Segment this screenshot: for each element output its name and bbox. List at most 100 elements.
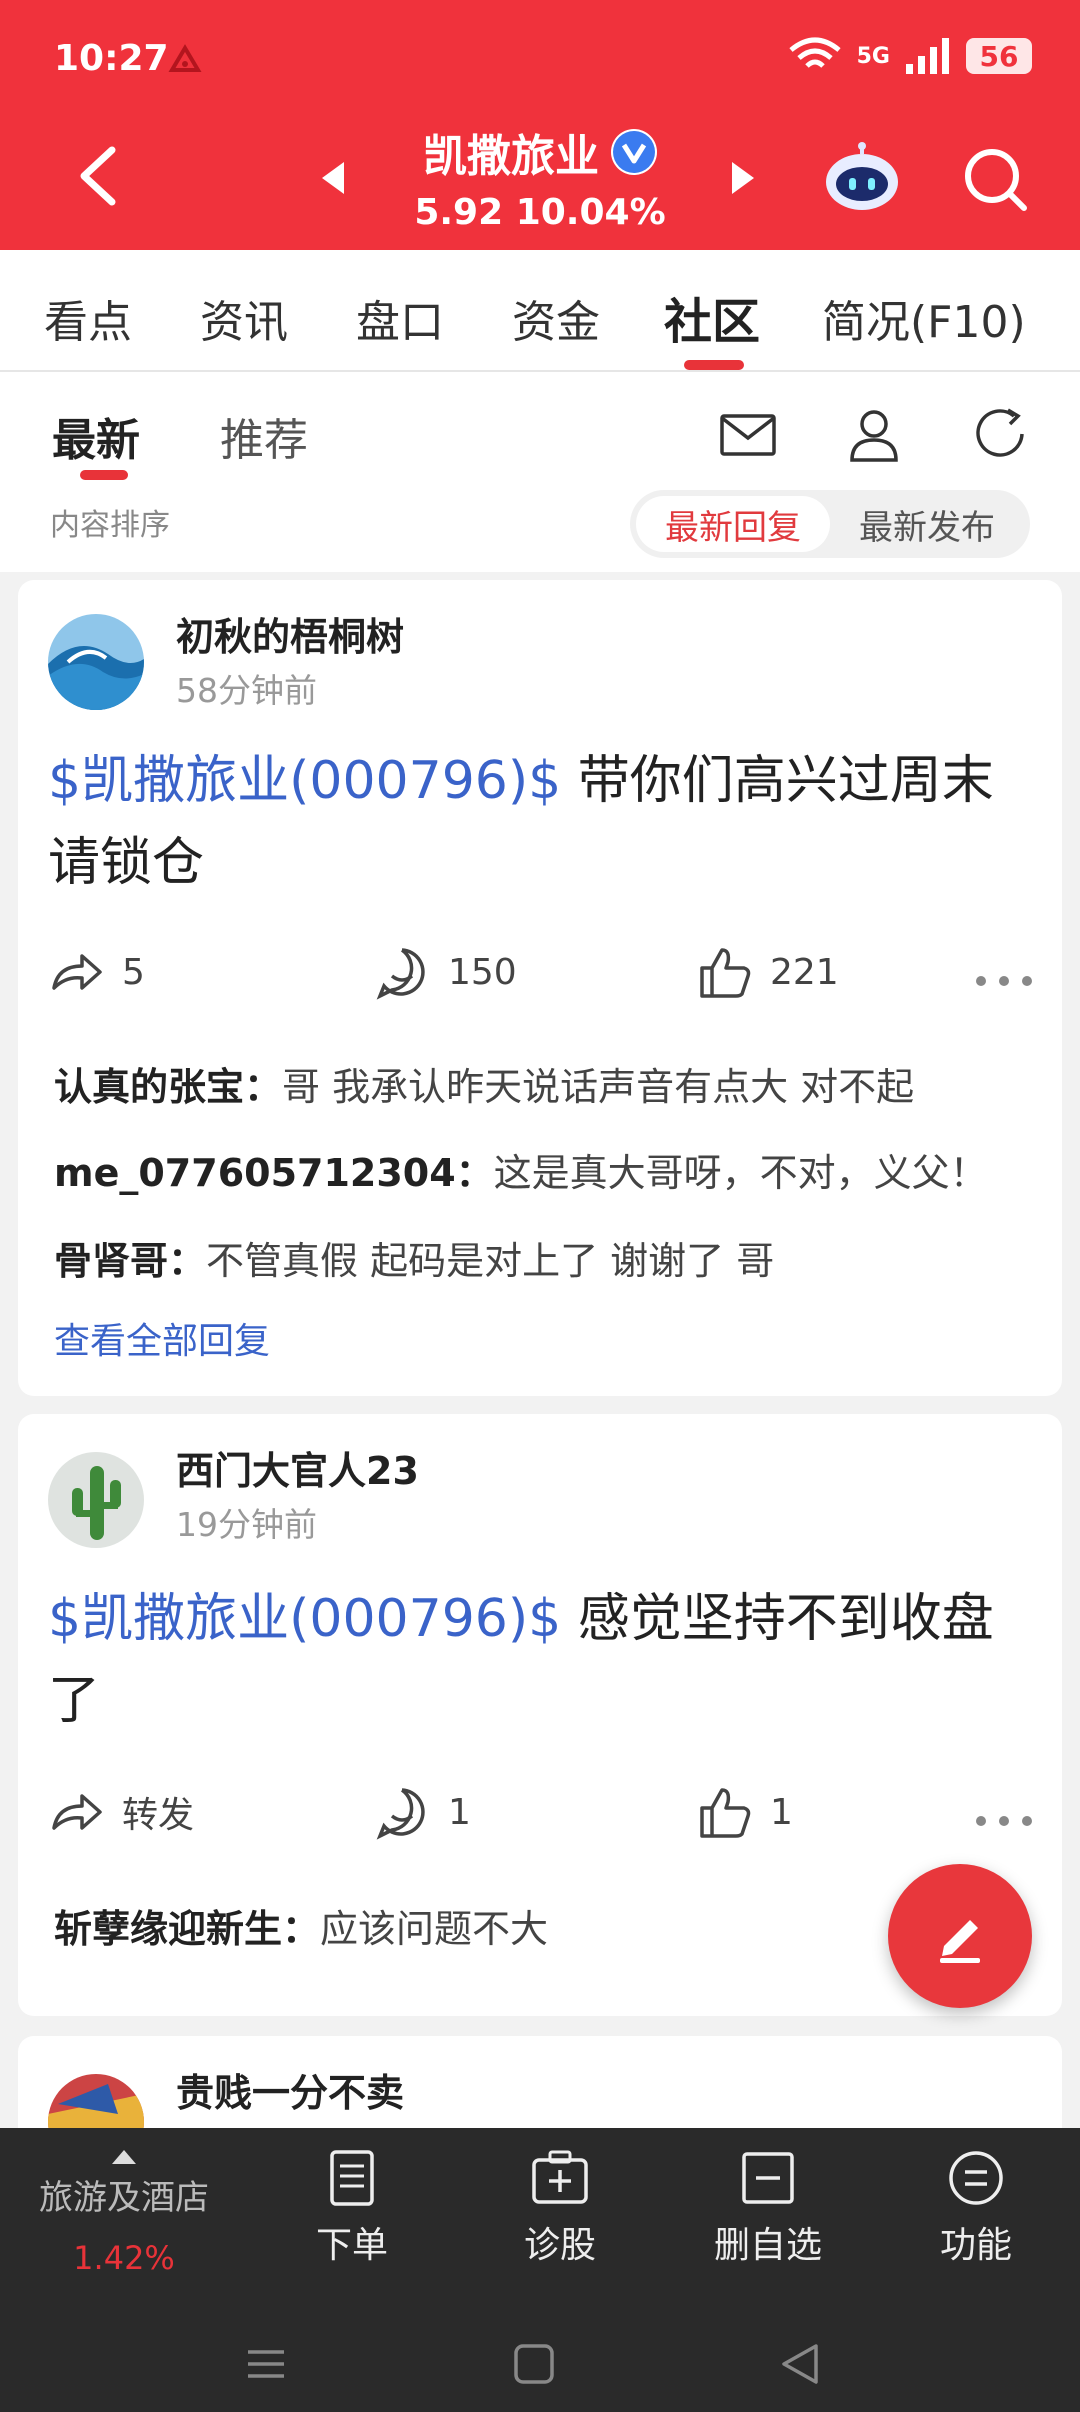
tab-orderbook[interactable]: 盘口 xyxy=(356,286,444,350)
forward-button[interactable]: 转发 xyxy=(48,1784,194,1840)
thumbs-up-icon xyxy=(700,948,751,998)
refresh-icon[interactable] xyxy=(970,404,1030,464)
post-card[interactable]: 初秋的梧桐树 58分钟前 $凯撒旅业(000796)$ 带你们高兴过周末请锁仓 … xyxy=(18,580,1062,1396)
robot-assistant-icon[interactable] xyxy=(822,142,902,212)
signal-icon xyxy=(906,38,949,74)
sector-widget[interactable]: 旅游及酒店 1.42% xyxy=(24,2140,224,2277)
wifi-icon xyxy=(789,37,841,68)
sector-name: 旅游及酒店 xyxy=(39,2178,209,2218)
comment-count: 150 xyxy=(448,951,517,993)
remove-watchlist-button[interactable]: 删自选 xyxy=(688,2148,848,2268)
reply-user[interactable]: 骨肾哥： xyxy=(54,1239,206,1283)
stock-quote: 5.92 10.04% xyxy=(380,192,700,233)
sort-latest-reply[interactable]: 最新回复 xyxy=(636,496,830,552)
status-time: 10:27 xyxy=(54,38,169,79)
sort-label: 内容排序 xyxy=(50,508,170,543)
battery-indicator: 56 xyxy=(966,38,1032,74)
thumbs-up-icon xyxy=(700,1788,751,1838)
recent-apps-icon[interactable] xyxy=(236,2334,296,2394)
status-icons: 5G 56 xyxy=(787,36,1032,76)
stock-tag-link[interactable]: $凯撒旅业(000796)$ xyxy=(48,751,561,811)
sort-latest-post[interactable]: 最新发布 xyxy=(830,496,1024,552)
community-subbar: 最新 推荐 内容排序 最新回复 最新发布 xyxy=(0,372,1080,572)
reply-item[interactable]: 认真的张宝：哥 我承认昨天说话声音有点大 对不起 xyxy=(54,1056,914,1111)
prev-stock-button[interactable] xyxy=(318,160,346,196)
forward-label: 转发 xyxy=(122,1795,195,1836)
active-tab-indicator xyxy=(684,360,744,370)
like-count: 221 xyxy=(770,951,839,993)
avatar[interactable] xyxy=(48,1452,144,1548)
expand-caret-icon xyxy=(112,2150,136,2164)
comment-icon xyxy=(376,1788,425,1840)
stock-header: 10:27 5G 56 凯撒旅业 5.92 10.04% xyxy=(0,0,1080,250)
forward-count: 5 xyxy=(122,951,145,993)
more-options-icon[interactable] xyxy=(976,1816,1032,1832)
order-button[interactable]: 下单 xyxy=(272,2148,432,2268)
next-stock-button[interactable] xyxy=(730,160,758,196)
functions-button[interactable]: 功能 xyxy=(896,2148,1056,2268)
tab-news[interactable]: 资讯 xyxy=(200,286,288,350)
comment-icon xyxy=(376,948,425,1000)
remove-icon xyxy=(742,2152,794,2204)
post-time: 19分钟前 xyxy=(176,1505,317,1544)
stock-title: 凯撒旅业 xyxy=(380,120,700,184)
diagnose-label: 诊股 xyxy=(523,2225,596,2266)
reply-user[interactable]: 认真的张宝： xyxy=(54,1065,282,1109)
like-button[interactable]: 1 xyxy=(696,1784,793,1840)
edit-icon xyxy=(940,1920,980,1963)
remove-watchlist-label: 删自选 xyxy=(713,2225,822,2266)
subtab-latest[interactable]: 最新 xyxy=(52,404,140,468)
sort-toggle: 最新回复 最新发布 xyxy=(630,490,1030,558)
post-content[interactable]: $凯撒旅业(000796)$ 感觉坚持不到收盘了 xyxy=(48,1578,1038,1742)
stock-name: 凯撒旅业 xyxy=(423,131,599,182)
reply-text: 应该问题不大 xyxy=(320,1907,549,1951)
username[interactable]: 初秋的梧桐树 xyxy=(176,606,404,661)
reply-item[interactable]: me_077605712304：这是真大哥呀，不对，义父！ xyxy=(54,1142,988,1197)
reply-text: 不管真假 起码是对上了 谢谢了 哥 xyxy=(206,1239,775,1283)
compose-post-button[interactable] xyxy=(888,1864,1032,2008)
search-icon[interactable] xyxy=(962,146,1028,212)
reply-item[interactable]: 斩孽缘迎新生：应该问题不大 xyxy=(54,1898,548,1953)
verified-icon xyxy=(611,129,657,175)
reply-user[interactable]: me_077605712304： xyxy=(54,1151,494,1195)
back-button[interactable] xyxy=(72,144,124,208)
bottom-toolbar: 旅游及酒店 1.42% 下单 诊股 删自选 功能 xyxy=(0,2128,1080,2412)
order-label: 下单 xyxy=(315,2225,388,2266)
mail-icon[interactable] xyxy=(718,404,778,464)
stock-price: 5.92 xyxy=(414,192,504,233)
forward-button[interactable]: 5 xyxy=(48,944,145,1000)
sector-change: 1.42% xyxy=(73,2239,175,2277)
comment-button[interactable]: 150 xyxy=(374,944,517,1000)
like-button[interactable]: 221 xyxy=(696,944,839,1000)
username[interactable]: 西门大官人23 xyxy=(176,1440,419,1495)
order-icon xyxy=(330,2150,374,2206)
menu-circle-icon xyxy=(949,2151,1003,2205)
network-label: 5G xyxy=(856,43,890,69)
more-options-icon[interactable] xyxy=(976,976,1032,992)
tab-profile-f10[interactable]: 简况(F10) xyxy=(822,286,1026,350)
tab-kandian[interactable]: 看点 xyxy=(44,286,132,350)
user-icon[interactable] xyxy=(844,404,904,464)
home-icon[interactable] xyxy=(504,2334,564,2394)
reply-item[interactable]: 骨肾哥：不管真假 起码是对上了 谢谢了 哥 xyxy=(54,1230,774,1285)
view-all-replies-link[interactable]: 查看全部回复 xyxy=(54,1312,270,1364)
tab-community[interactable]: 社区 xyxy=(664,282,760,352)
avatar[interactable] xyxy=(48,614,144,710)
share-icon xyxy=(52,954,102,990)
reply-text: 这是真大哥呀，不对，义父！ xyxy=(493,1151,988,1195)
stock-change: 10.04% xyxy=(515,192,666,233)
back-nav-icon[interactable] xyxy=(770,2334,830,2394)
functions-label: 功能 xyxy=(939,2225,1012,2266)
comment-button[interactable]: 1 xyxy=(374,1784,471,1840)
stock-tag-link[interactable]: $凯撒旅业(000796)$ xyxy=(48,1589,561,1649)
tab-funds[interactable]: 资金 xyxy=(512,286,600,350)
subtab-recommended[interactable]: 推荐 xyxy=(220,404,308,468)
post-time: 58分钟前 xyxy=(176,671,317,710)
username[interactable]: 贵贱一分不卖 xyxy=(176,2062,404,2117)
reply-user[interactable]: 斩孽缘迎新生： xyxy=(54,1907,320,1951)
diagnose-icon xyxy=(532,2150,588,2204)
post-content[interactable]: $凯撒旅业(000796)$ 带你们高兴过周末请锁仓 xyxy=(48,740,1038,904)
notification-icon xyxy=(168,44,202,72)
subtab-indicator xyxy=(80,470,128,480)
diagnose-button[interactable]: 诊股 xyxy=(480,2148,640,2268)
